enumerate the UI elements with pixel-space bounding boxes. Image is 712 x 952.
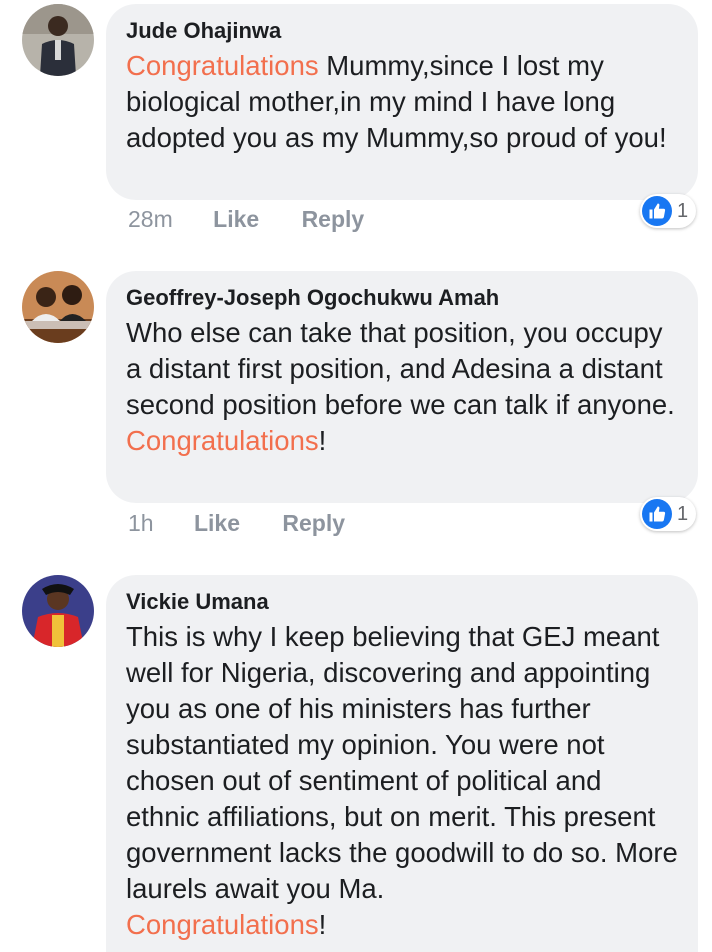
comment-timestamp[interactable]: 28m <box>128 206 173 233</box>
comment-suffix: ! <box>318 425 327 456</box>
thumbs-up-icon <box>642 196 672 226</box>
comment-actions: 28m Like Reply <box>128 206 364 233</box>
reaction-count: 1 <box>677 502 689 525</box>
comment-body: This is why I keep believing that GEJ me… <box>126 621 678 904</box>
like-button[interactable]: Like <box>194 510 240 537</box>
comment-text: Who else can take that position, you occ… <box>126 315 678 459</box>
user-photo <box>22 575 94 647</box>
comment-author[interactable]: Vickie Umana <box>126 587 678 617</box>
reaction-summary[interactable]: 1 <box>640 194 697 228</box>
reaction-count: 1 <box>677 199 689 222</box>
reply-button[interactable]: Reply <box>282 510 345 537</box>
comment-body: Who else can take that position, you occ… <box>126 317 675 420</box>
highlight-text[interactable]: Congratulations <box>126 50 319 81</box>
comment-actions: 1h Like Reply <box>128 510 345 537</box>
comment-suffix: ! <box>318 909 327 940</box>
comment-bubble: Vickie Umana This is why I keep believin… <box>106 575 698 952</box>
reaction-summary[interactable]: 1 <box>640 497 697 531</box>
reply-button[interactable]: Reply <box>302 206 365 233</box>
highlight-text[interactable]: Congratulations <box>126 909 319 940</box>
highlight-text[interactable]: Congratulations <box>126 425 319 456</box>
comment-timestamp[interactable]: 1h <box>128 510 154 537</box>
comment-text: This is why I keep believing that GEJ me… <box>126 619 678 943</box>
comment-bubble: Jude Ohajinwa Congratulations Mummy,sinc… <box>106 4 698 200</box>
comment-author[interactable]: Jude Ohajinwa <box>126 16 678 46</box>
avatar[interactable] <box>22 4 94 76</box>
comment-text: Congratulations Mummy,since I lost my bi… <box>126 48 678 156</box>
user-photo <box>22 271 94 343</box>
user-photo <box>22 4 94 76</box>
like-button[interactable]: Like <box>213 206 259 233</box>
thumbs-up-icon <box>642 499 672 529</box>
comment-bubble: Geoffrey-Joseph Ogochukwu Amah Who else … <box>106 271 698 503</box>
comment-author[interactable]: Geoffrey-Joseph Ogochukwu Amah <box>126 283 678 313</box>
avatar[interactable] <box>22 575 94 647</box>
avatar[interactable] <box>22 271 94 343</box>
